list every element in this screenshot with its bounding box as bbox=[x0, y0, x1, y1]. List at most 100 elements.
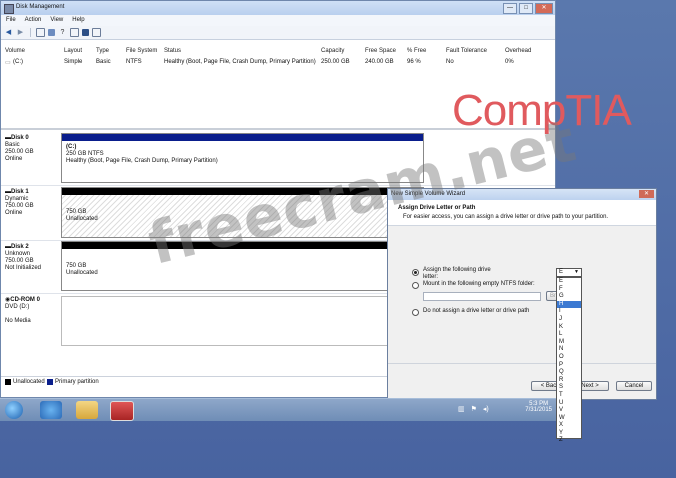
cell-file-system: NTFS bbox=[126, 59, 142, 65]
legend-swatch-unallocated bbox=[5, 379, 11, 385]
volume-icon: ▭ bbox=[5, 60, 11, 66]
col-fault-tolerance[interactable]: Fault Tolerance bbox=[446, 48, 487, 54]
drive-letter-option[interactable]: N bbox=[557, 346, 581, 354]
col-type[interactable]: Type bbox=[96, 48, 109, 54]
back-arrow-icon[interactable]: ◀ bbox=[4, 28, 13, 37]
unallocated-size: 750 GB bbox=[66, 263, 87, 269]
drive-letter-option[interactable]: I bbox=[557, 308, 581, 316]
col-free-space[interactable]: Free Space bbox=[365, 48, 396, 54]
drive-letter-option[interactable]: R bbox=[557, 377, 581, 385]
menu-action[interactable]: Action bbox=[20, 15, 46, 26]
disk-1-info[interactable]: ▬Disk 1 Dynamic 750.00 GB Online bbox=[5, 189, 34, 217]
legend-primary: Primary partition bbox=[55, 379, 99, 385]
cell-type: Basic bbox=[96, 59, 111, 65]
clock[interactable]: 5:3 PM 7/31/2015 bbox=[525, 401, 552, 413]
drive-letter-option[interactable]: Z bbox=[557, 437, 581, 445]
console-tree-icon[interactable] bbox=[36, 28, 45, 37]
drive-letter-option[interactable]: K bbox=[557, 324, 581, 332]
volume-icon[interactable]: ◂) bbox=[483, 405, 489, 413]
disk-0-info[interactable]: ▬Disk 0 Basic 250.00 GB Online bbox=[5, 135, 34, 163]
disk-0-type: Basic bbox=[5, 142, 20, 148]
cdrom-type: DVD (D:) bbox=[5, 304, 30, 310]
drive-letter-option[interactable]: X bbox=[557, 422, 581, 430]
drive-letter-option[interactable]: Q bbox=[557, 369, 581, 377]
internet-explorer-icon[interactable] bbox=[40, 401, 62, 419]
disk-2-type: Unknown bbox=[5, 251, 31, 257]
connect-icon[interactable] bbox=[82, 29, 89, 36]
folder-path-input[interactable] bbox=[423, 292, 541, 301]
col-status[interactable]: Status bbox=[164, 48, 181, 54]
drive-letter-select[interactable]: E ▼ bbox=[556, 268, 582, 277]
start-orb-icon[interactable] bbox=[5, 401, 23, 419]
drive-letter-option[interactable]: M bbox=[557, 339, 581, 347]
system-tray: ▥ ⚑ ◂) bbox=[458, 405, 489, 413]
settings-icon[interactable] bbox=[92, 28, 101, 37]
file-explorer-icon[interactable] bbox=[76, 401, 98, 419]
server-manager-icon[interactable] bbox=[110, 401, 134, 421]
col-percent-free[interactable]: % Free bbox=[407, 48, 426, 54]
disk-2-name: Disk 2 bbox=[11, 244, 29, 250]
disk-1-type: Dynamic bbox=[5, 196, 29, 202]
cell-volume: (C:) bbox=[13, 59, 23, 65]
window-title: Disk Management bbox=[16, 4, 65, 10]
drive-letter-option[interactable]: L bbox=[557, 331, 581, 339]
drive-letter-option[interactable]: O bbox=[557, 354, 581, 362]
disk-0-size: 250.00 GB bbox=[5, 149, 34, 155]
cell-percent-free: 96 % bbox=[407, 59, 421, 65]
volume-list-header: Volume Layout Type File System Status Ca… bbox=[1, 47, 555, 56]
properties-icon[interactable] bbox=[48, 29, 55, 36]
disk-0-name: Disk 0 bbox=[11, 135, 29, 141]
cell-status: Healthy (Boot, Page File, Crash Dump, Pr… bbox=[164, 59, 316, 65]
cdrom-info[interactable]: ◉CD-ROM 0 DVD (D:) No Media bbox=[5, 297, 40, 325]
cancel-button[interactable]: Cancel bbox=[616, 381, 652, 391]
toolbar: ◀ ▶ ? bbox=[1, 26, 555, 40]
cdrom-partition[interactable] bbox=[61, 296, 424, 346]
cell-capacity: 250.00 GB bbox=[321, 59, 350, 65]
drive-letter-option[interactable]: E bbox=[557, 278, 581, 286]
unallocated-label: Unallocated bbox=[66, 270, 98, 276]
drive-letter-option[interactable]: P bbox=[557, 362, 581, 370]
title-bar[interactable]: Disk Management — □ ✕ bbox=[1, 1, 555, 16]
drive-letter-option[interactable]: V bbox=[557, 407, 581, 415]
wizard-close-button[interactable]: ✕ bbox=[639, 190, 654, 198]
col-capacity[interactable]: Capacity bbox=[321, 48, 344, 54]
disk-2-info[interactable]: ▬Disk 2 Unknown 750.00 GB Not Initialize… bbox=[5, 244, 41, 272]
assign-letter-label: Assign the following drive letter: bbox=[423, 267, 491, 280]
menu-help[interactable]: Help bbox=[67, 15, 88, 26]
close-button[interactable]: ✕ bbox=[535, 3, 553, 14]
drive-letter-option[interactable]: T bbox=[557, 392, 581, 400]
new-simple-volume-wizard: New Simple Volume Wizard ✕ Assign Drive … bbox=[387, 188, 657, 400]
drive-letter-option[interactable]: H bbox=[557, 300, 581, 309]
legend-unallocated: Unallocated bbox=[13, 379, 45, 385]
disk-0-state: Online bbox=[5, 156, 23, 162]
drive-letter-option[interactable]: G bbox=[557, 293, 581, 301]
maximize-button[interactable]: □ bbox=[519, 3, 533, 14]
drive-letter-option[interactable]: Y bbox=[557, 430, 581, 438]
menu-view[interactable]: View bbox=[45, 15, 67, 26]
flag-icon[interactable]: ⚑ bbox=[471, 405, 477, 413]
drive-letter-option[interactable]: J bbox=[557, 316, 581, 324]
forward-arrow-icon[interactable]: ▶ bbox=[16, 28, 25, 37]
drive-letter-option[interactable]: F bbox=[557, 286, 581, 294]
network-icon[interactable]: ▥ bbox=[458, 405, 465, 413]
col-file-system[interactable]: File System bbox=[126, 48, 157, 54]
table-row[interactable]: ▭ (C:) Simple Basic NTFS Healthy (Boot, … bbox=[1, 58, 555, 67]
help-icon[interactable]: ? bbox=[58, 28, 67, 37]
cdrom-name: CD-ROM 0 bbox=[10, 297, 40, 303]
refresh-icon[interactable] bbox=[70, 28, 79, 37]
menu-file[interactable]: File bbox=[1, 15, 20, 26]
drive-letter-option[interactable]: S bbox=[557, 384, 581, 392]
drive-letter-option[interactable]: U bbox=[557, 400, 581, 408]
drive-letter-value: E bbox=[559, 269, 564, 275]
mount-folder-radio[interactable] bbox=[412, 282, 419, 289]
minimize-button[interactable]: — bbox=[503, 3, 517, 14]
wizard-separator bbox=[388, 363, 656, 364]
no-letter-radio[interactable] bbox=[412, 309, 419, 316]
col-overhead[interactable]: Overhead bbox=[505, 48, 531, 54]
col-volume[interactable]: Volume bbox=[5, 48, 25, 54]
disk-2-size: 750.00 GB bbox=[5, 258, 34, 264]
col-layout[interactable]: Layout bbox=[64, 48, 82, 54]
drive-letter-option[interactable]: W bbox=[557, 415, 581, 423]
legend-swatch-primary bbox=[47, 379, 53, 385]
assign-letter-radio[interactable] bbox=[412, 269, 419, 276]
